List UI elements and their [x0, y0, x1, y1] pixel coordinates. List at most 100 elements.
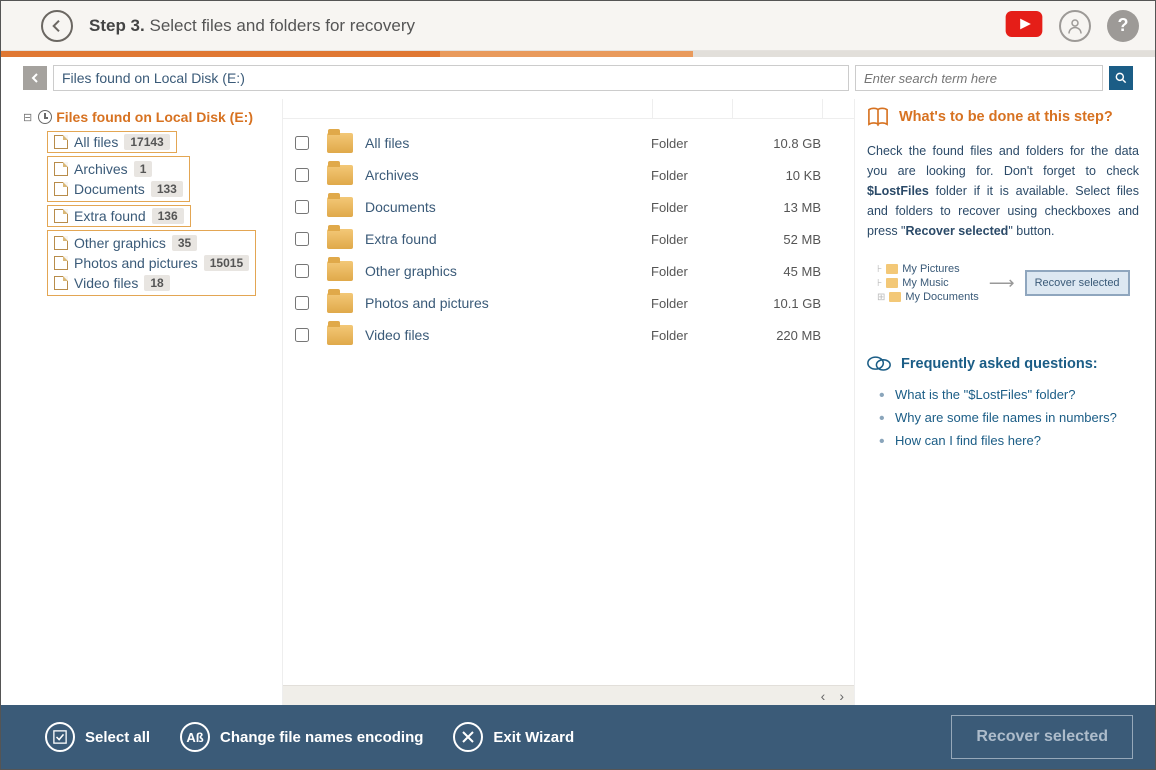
breadcrumb-back-button[interactable] [23, 66, 47, 90]
illus-recover-button: Recover selected [1025, 270, 1130, 296]
encoding-icon: Aß [180, 722, 210, 752]
breadcrumb-bar [1, 57, 1155, 99]
collapse-toggle[interactable]: ⊟ [23, 111, 32, 124]
row-name: Archives [365, 167, 651, 183]
book-icon [867, 107, 889, 127]
file-icon [54, 162, 68, 176]
folder-icon [327, 261, 353, 281]
file-icon [54, 209, 68, 223]
folder-icon [327, 165, 353, 185]
row-name: Documents [365, 199, 651, 215]
youtube-icon [1005, 11, 1043, 37]
tree-root[interactable]: ⊟ Files found on Local Disk (E:) [23, 109, 276, 125]
file-icon [54, 182, 68, 196]
tree-item-video[interactable]: Video files 18 [52, 273, 251, 293]
file-icon [54, 135, 68, 149]
list-header [283, 99, 854, 119]
help-body: Check the found files and folders for th… [867, 141, 1139, 241]
caret-left-icon [30, 73, 40, 83]
row-type: Folder [651, 232, 731, 247]
help-illustration: ⊦My Pictures ⊦My Music ⊞My Documents ⟶ R… [877, 261, 1139, 305]
file-icon [54, 256, 68, 270]
user-icon [1066, 17, 1084, 35]
clock-icon [38, 110, 52, 124]
row-size: 220 MB [731, 328, 821, 343]
page-prev-button[interactable]: ‹ [821, 688, 826, 704]
faq-link[interactable]: How can I find files here? [879, 429, 1139, 452]
select-all-button[interactable]: Select all [45, 722, 150, 752]
row-checkbox[interactable] [295, 264, 309, 278]
page-next-button[interactable]: › [839, 688, 844, 704]
list-row[interactable]: Photos and picturesFolder10.1 GB [283, 287, 854, 319]
faq-link[interactable]: Why are some file names in numbers? [879, 406, 1139, 429]
row-type: Folder [651, 200, 731, 215]
help-button[interactable]: ? [1107, 10, 1139, 42]
bottom-bar: Select all Aß Change file names encoding… [1, 705, 1155, 769]
list-row[interactable]: Other graphicsFolder45 MB [283, 255, 854, 287]
row-size: 10 KB [731, 168, 821, 183]
page-title: Step 3. Select files and folders for rec… [89, 16, 415, 36]
exit-wizard-button[interactable]: Exit Wizard [453, 722, 574, 752]
help-pane: What's to be done at this step? Check th… [855, 99, 1155, 705]
faq-link[interactable]: What is the "$LostFiles" folder? [879, 383, 1139, 406]
row-size: 13 MB [731, 200, 821, 215]
folder-icon [327, 229, 353, 249]
tree-item-photos[interactable]: Photos and pictures 15015 [52, 253, 251, 273]
row-checkbox[interactable] [295, 136, 309, 150]
row-checkbox[interactable] [295, 328, 309, 342]
row-checkbox[interactable] [295, 168, 309, 182]
tree-pane: ⊟ Files found on Local Disk (E:) All fil… [1, 99, 283, 705]
arrow-right-icon: ⟶ [989, 273, 1015, 294]
tree-item-documents[interactable]: Documents 133 [52, 179, 185, 199]
row-name: All files [365, 135, 651, 151]
breadcrumb-input[interactable] [53, 65, 849, 91]
recover-selected-button[interactable]: Recover selected [951, 715, 1133, 759]
file-icon [54, 276, 68, 290]
arrow-left-icon [49, 18, 65, 34]
row-name: Photos and pictures [365, 295, 651, 311]
row-checkbox[interactable] [295, 200, 309, 214]
folder-icon [327, 325, 353, 345]
tree-item-other-graphics[interactable]: Other graphics 35 [52, 233, 251, 253]
list-row[interactable]: All filesFolder10.8 GB [283, 127, 854, 159]
list-row[interactable]: Extra foundFolder52 MB [283, 223, 854, 255]
tree-item-all-files[interactable]: All files 17143 [47, 131, 177, 153]
search-button[interactable] [1109, 66, 1133, 90]
list-pager: ‹ › [283, 685, 854, 705]
row-size: 52 MB [731, 232, 821, 247]
row-name: Other graphics [365, 263, 651, 279]
folder-icon [327, 293, 353, 313]
help-title: What's to be done at this step? [867, 107, 1139, 127]
row-type: Folder [651, 296, 731, 311]
youtube-button[interactable] [1005, 11, 1043, 40]
row-size: 10.8 GB [731, 136, 821, 151]
row-type: Folder [651, 168, 731, 183]
row-size: 45 MB [731, 264, 821, 279]
row-name: Video files [365, 327, 651, 343]
file-list-pane: All filesFolder10.8 GBArchivesFolder10 K… [283, 99, 855, 705]
account-button[interactable] [1059, 10, 1091, 42]
tree-item-archives[interactable]: Archives 1 [52, 159, 185, 179]
row-type: Folder [651, 136, 731, 151]
row-type: Folder [651, 328, 731, 343]
folder-icon [327, 197, 353, 217]
row-checkbox[interactable] [295, 296, 309, 310]
list-row[interactable]: Video filesFolder220 MB [283, 319, 854, 351]
file-icon [54, 236, 68, 250]
search-icon [1114, 71, 1128, 85]
faq-icon [867, 355, 891, 373]
list-row[interactable]: ArchivesFolder10 KB [283, 159, 854, 191]
search-input[interactable] [855, 65, 1103, 91]
close-icon [453, 722, 483, 752]
list-row[interactable]: DocumentsFolder13 MB [283, 191, 854, 223]
folder-icon [327, 133, 353, 153]
tree-item-extra-found[interactable]: Extra found 136 [47, 205, 191, 227]
faq-title: Frequently asked questions: [867, 355, 1139, 373]
row-checkbox[interactable] [295, 232, 309, 246]
back-button[interactable] [41, 10, 73, 42]
row-name: Extra found [365, 231, 651, 247]
row-type: Folder [651, 264, 731, 279]
encoding-button[interactable]: Aß Change file names encoding [180, 722, 423, 752]
checkbox-icon [45, 722, 75, 752]
row-size: 10.1 GB [731, 296, 821, 311]
